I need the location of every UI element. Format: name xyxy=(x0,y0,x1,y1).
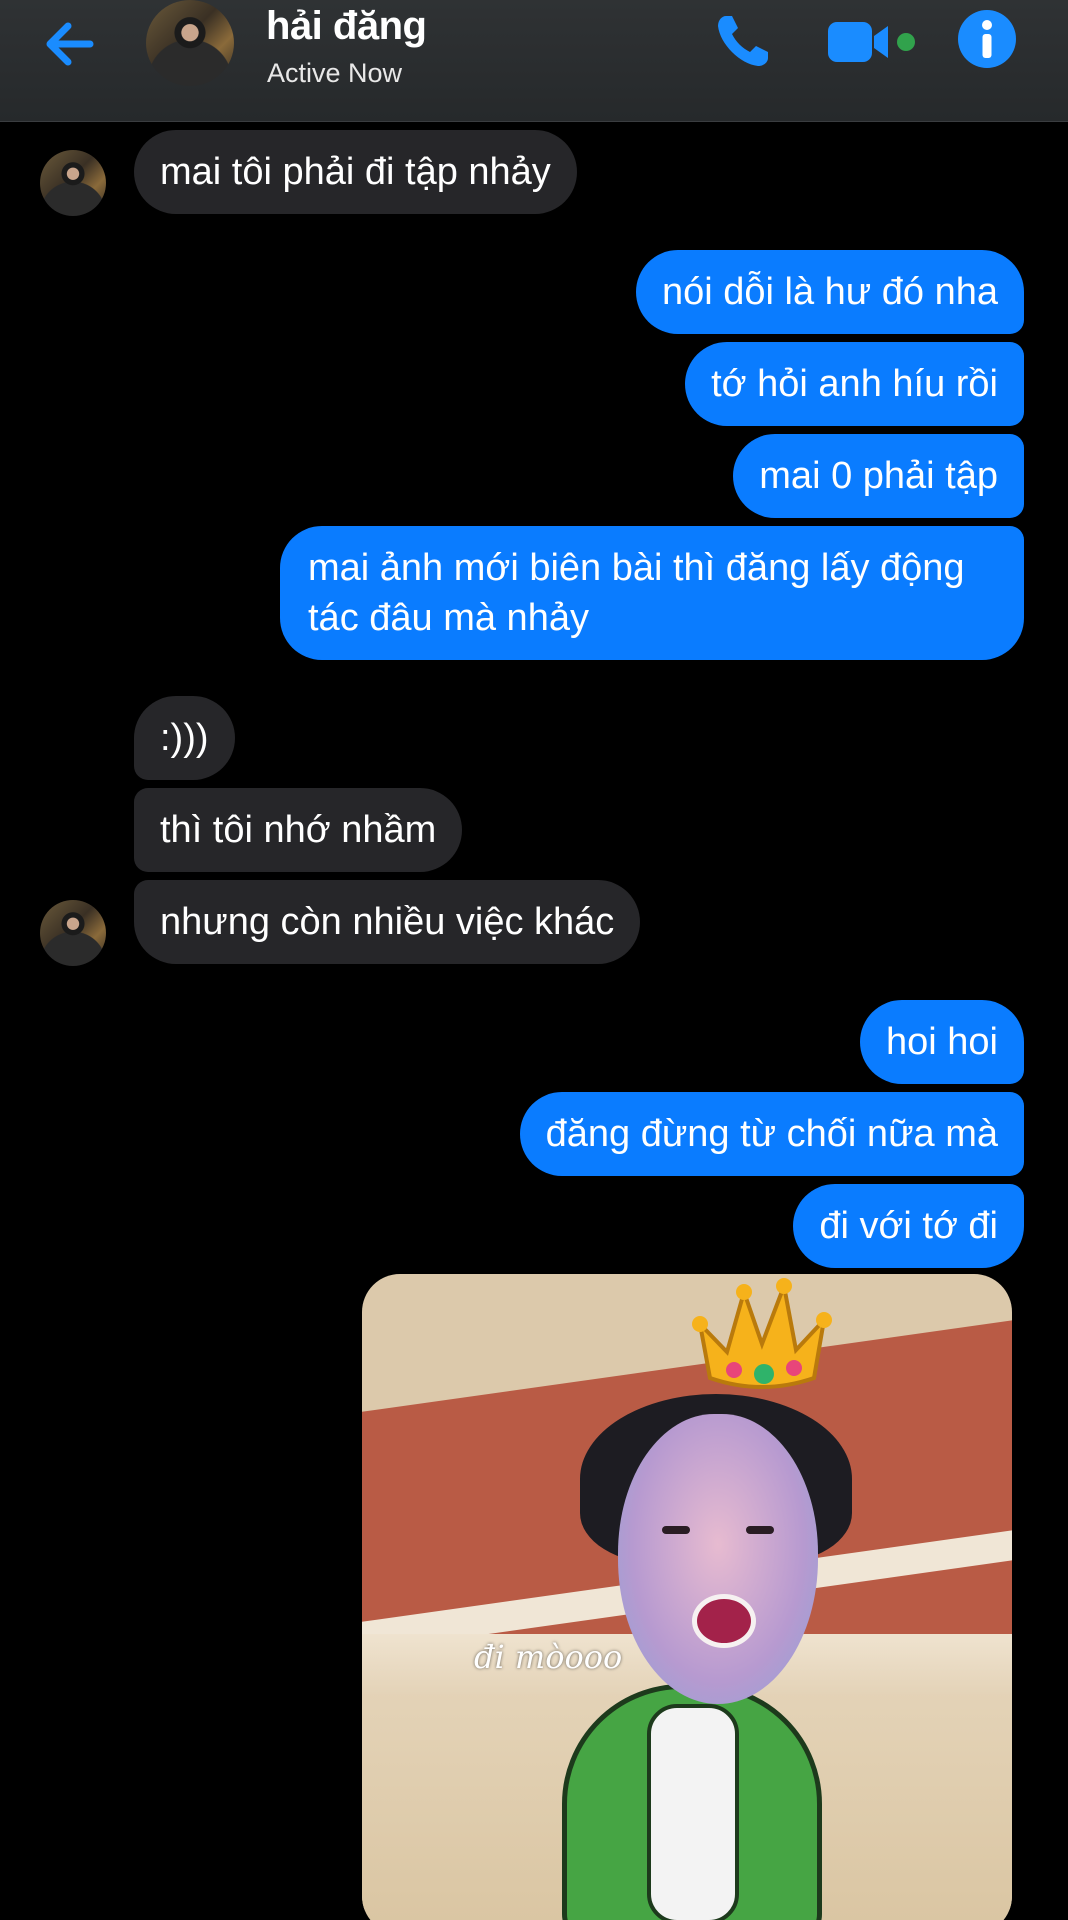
message-bubble-incoming[interactable]: :))) xyxy=(134,696,235,780)
message-bubble-outgoing[interactable]: tớ hỏi anh híu rồi xyxy=(685,342,1024,426)
message-text: mai tôi phải đi tập nhảy xyxy=(160,151,551,193)
message-bubble-outgoing[interactable]: mai 0 phải tập xyxy=(733,434,1024,518)
message-bubble-incoming[interactable]: nhưng còn nhiều việc khác xyxy=(134,880,641,964)
message-text: đăng đừng từ chối nữa mà xyxy=(545,1113,998,1155)
message-text: đi với tớ đi xyxy=(819,1205,998,1247)
chat-header: hải đăng Active Now xyxy=(0,0,1068,122)
voice-call-button[interactable] xyxy=(712,10,774,72)
back-button[interactable] xyxy=(40,14,110,74)
message-bubble-outgoing[interactable]: nói dỗi là hư đó nha xyxy=(635,250,1024,334)
contact-avatar[interactable] xyxy=(146,0,234,86)
contact-avatar-small[interactable] xyxy=(40,900,106,966)
contact-avatar-small[interactable] xyxy=(40,150,106,216)
message-text: mai 0 phải tập xyxy=(759,455,998,497)
message-bubble-outgoing[interactable]: đăng đừng từ chối nữa mà xyxy=(519,1092,1024,1176)
info-icon xyxy=(958,10,1016,68)
sticker-image-message[interactable]: đi mòooo xyxy=(362,1274,1012,1920)
message-text: nói dỗi là hư đó nha xyxy=(661,271,998,313)
message-bubble-incoming[interactable]: mai tôi phải đi tập nhảy xyxy=(134,130,577,214)
video-camera-icon xyxy=(828,22,915,62)
back-arrow-icon xyxy=(46,22,94,66)
phone-icon xyxy=(718,16,768,66)
message-text: hoi hoi xyxy=(886,1021,998,1063)
sticker-eye xyxy=(662,1526,690,1534)
video-call-button[interactable] xyxy=(826,18,918,68)
message-text: thì tôi nhớ nhầm xyxy=(160,809,437,851)
message-bubble-outgoing[interactable]: đi với tớ đi xyxy=(793,1184,1024,1268)
contact-name[interactable]: hải đăng xyxy=(266,4,427,49)
message-text: tớ hỏi anh híu rồi xyxy=(711,363,998,405)
info-button[interactable] xyxy=(956,8,1018,70)
sticker-face xyxy=(618,1414,818,1704)
message-bubble-outgoing[interactable]: hoi hoi xyxy=(860,1000,1024,1084)
message-text: mai ảnh mới biên bài thì đăng lấy động t… xyxy=(308,547,965,639)
message-text: :))) xyxy=(160,717,209,759)
crown-icon xyxy=(692,1278,832,1389)
sticker-mouth xyxy=(692,1594,756,1648)
active-status: Active Now xyxy=(267,58,403,88)
sticker-shirt xyxy=(647,1704,739,1920)
sticker-eye xyxy=(746,1526,774,1534)
message-bubble-outgoing[interactable]: mai ảnh mới biên bài thì đăng lấy động t… xyxy=(280,526,1024,660)
sticker-caption: đi mòooo xyxy=(474,1638,623,1676)
message-bubble-incoming[interactable]: thì tôi nhớ nhầm xyxy=(134,788,463,872)
message-text: nhưng còn nhiều việc khác xyxy=(160,901,615,943)
